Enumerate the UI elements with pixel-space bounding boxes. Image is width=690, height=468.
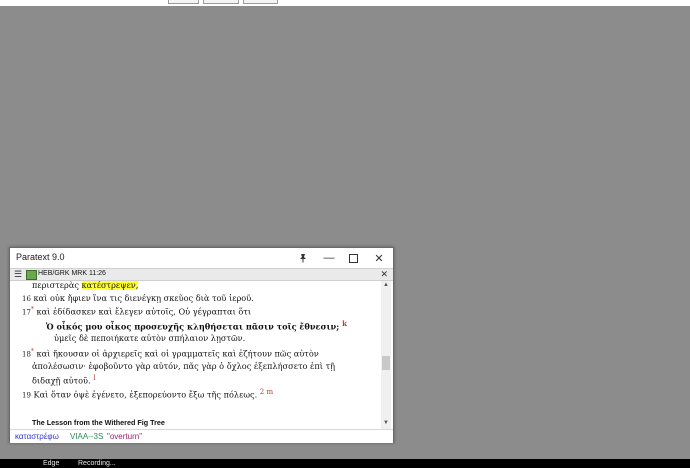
cross-ref-mark[interactable]: *: [31, 306, 34, 313]
resource-icon: [26, 270, 37, 280]
taskbar-item-recording[interactable]: Recording...: [78, 460, 116, 467]
gloss-text: "overturn": [107, 432, 143, 441]
footnote-marker[interactable]: 2 m: [260, 388, 273, 396]
status-bar: καταστρέφω VIAA--3S "overturn": [10, 429, 393, 443]
selected-word[interactable]: κατέστρεψεν,: [81, 281, 139, 290]
minimize-icon[interactable]: —: [316, 248, 342, 268]
menu-icon[interactable]: ☰: [14, 270, 22, 279]
verse-18-line-2: ἀπολέσωσιν· ἐφοβοῦντο γὰρ αὐτόν, πᾶς γὰρ…: [32, 361, 335, 371]
verse-17: 17* καὶ ἐδίδασκεν καὶ ἔλεγεν αὐτοῖς, Οὐ …: [22, 306, 251, 317]
verse-text: καὶ ἤκουσαν οἱ ἀρχιερεῖς καὶ οἱ γραμματε…: [36, 348, 319, 359]
verse-18: 18* καὶ ἤκουσαν οἱ ἀρχιερεῖς καὶ οἱ γραμ…: [22, 348, 319, 359]
window-title: Paratext 9.0: [16, 252, 65, 262]
top-button-2[interactable]: [203, 0, 239, 4]
vertical-scrollbar[interactable]: ▲ ▼: [381, 281, 391, 429]
parse-code: VIAA--3S: [70, 432, 104, 441]
quote-line: Ὁ οἶκός μου οἶκος προσευχῆς κληθήσεται π…: [46, 319, 347, 332]
maximize-icon[interactable]: [340, 248, 366, 268]
footnote-marker[interactable]: l: [93, 374, 95, 382]
paratext-window: Paratext 9.0 — ✕ ☰ HEB/GRK MRK 11:26 ✕ π…: [9, 247, 394, 443]
close-icon[interactable]: ✕: [366, 248, 392, 268]
verse-number: 16: [22, 295, 31, 303]
verse-text: Καὶ ὅταν ὀψὲ ἐγένετο, ἐξεπορεύοντο ἔξω τ…: [33, 389, 258, 400]
taskbar: Edge Recording...: [0, 459, 690, 468]
verse-19: 19 Καὶ ὅταν ὀψὲ ἐγένετο, ἐξεπορεύοντο ἔξ…: [22, 388, 273, 400]
verse-16: 16 καὶ οὐκ ἤφιεν ἵνα τις διενέγκῃ σκεῦος…: [22, 293, 254, 303]
text-pane[interactable]: περιστερὰς κατέστρεψεν, 16 καὶ οὐκ ἤφιεν…: [10, 281, 381, 429]
verse-text: ἀπολέσωσιν· ἐφοβοῦντο γὰρ αὐτόν, πᾶς γὰρ…: [32, 361, 336, 371]
resource-toolbar: ☰ HEB/GRK MRK 11:26 ✕: [10, 268, 393, 281]
verse-18-line-3: διδαχῇ αὐτοῦ. l: [32, 374, 95, 386]
verse-number: 17: [22, 308, 31, 317]
verse-number: 19: [22, 391, 31, 400]
verse-text: καὶ ἐδίδασκεν καὶ ἔλεγεν αὐτοῖς, Οὐ γέγρ…: [36, 306, 252, 317]
verse-text: καὶ οὐκ ἤφιεν ἵνα τις διενέγκῃ σκεῦος δι…: [33, 293, 254, 303]
top-strip: [0, 0, 690, 6]
title-bar: Paratext 9.0 — ✕: [10, 248, 393, 268]
text-line: περιστερὰς κατέστρεψεν,: [32, 281, 139, 290]
quote-text: ὑμεῖς δὲ πεποιήκατε αὐτὸν σπήλαιον λῃστῶ…: [54, 333, 246, 343]
text-fragment: περιστερὰς: [32, 281, 82, 290]
verse-text: διδαχῇ αὐτοῦ.: [32, 375, 91, 386]
quote-line-2: ὑμεῖς δὲ πεποιήκατε αὐτὸν σπήλαιον λῃστῶ…: [54, 333, 245, 343]
taskbar-item-edge[interactable]: Edge: [43, 460, 59, 467]
scroll-thumb[interactable]: [382, 356, 390, 370]
lemma-text: καταστρέφω: [15, 432, 59, 441]
quote-text: Ὁ οἶκός μου οἶκος προσευχῆς κληθήσεται π…: [46, 321, 340, 332]
cross-ref-mark[interactable]: *: [31, 348, 34, 355]
verse-number: 18: [22, 350, 31, 359]
scroll-down-icon[interactable]: ▼: [383, 420, 389, 426]
close-pane-icon[interactable]: ✕: [380, 269, 388, 280]
top-button-3[interactable]: [243, 0, 278, 4]
reference-label[interactable]: HEB/GRK MRK 11:26: [38, 270, 106, 277]
pin-icon[interactable]: [290, 248, 316, 268]
scroll-up-icon[interactable]: ▲: [383, 282, 389, 288]
footnote-marker[interactable]: k: [342, 319, 347, 328]
top-button-1[interactable]: [168, 0, 199, 4]
section-heading: The Lesson from the Withered Fig Tree: [32, 418, 165, 427]
